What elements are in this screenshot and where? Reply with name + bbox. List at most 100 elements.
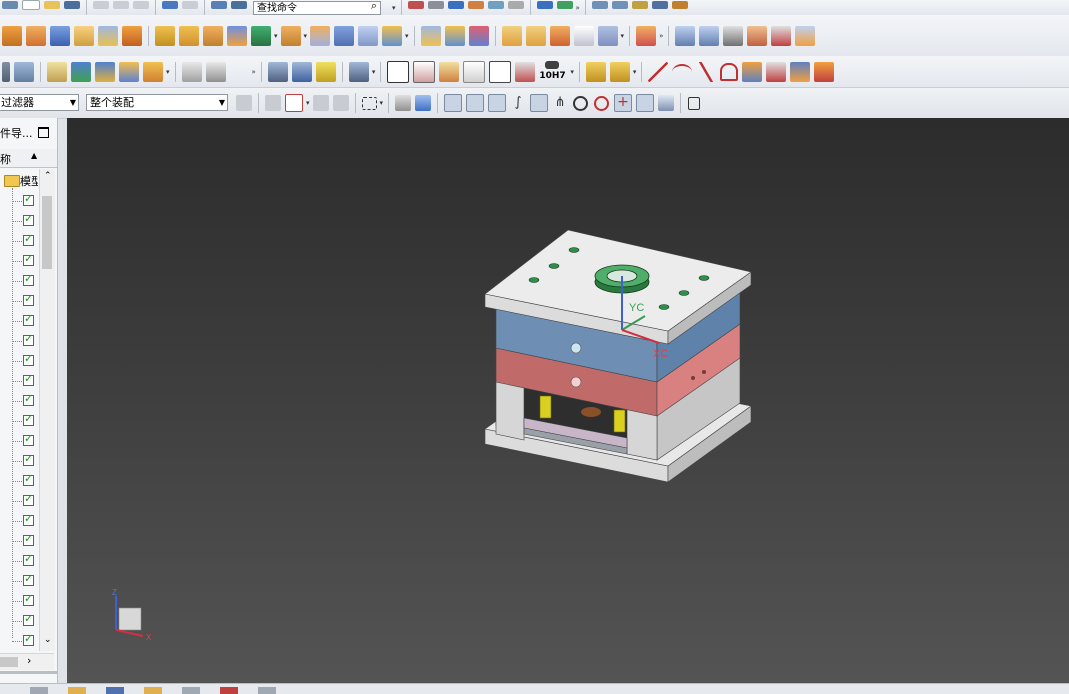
sheet-6-icon[interactable]: [795, 25, 816, 46]
command-search-input[interactable]: 查找命令: [253, 0, 381, 15]
extract-icon[interactable]: [382, 25, 403, 46]
bom-icon[interactable]: [143, 61, 163, 82]
snap-on-curve-icon[interactable]: [636, 94, 655, 112]
constraint-icon[interactable]: [71, 61, 91, 82]
parting-icon[interactable]: [98, 25, 118, 46]
copy-icon[interactable]: [113, 0, 129, 9]
electrode-icon[interactable]: [310, 25, 331, 46]
visibility-checkbox[interactable]: [23, 452, 34, 466]
database-icon[interactable]: [14, 61, 34, 82]
selection-scope-select[interactable]: 整个装配 ▼: [86, 94, 228, 111]
snap-arc-icon[interactable]: ⋔: [552, 95, 568, 111]
block-icon[interactable]: [420, 25, 441, 46]
open-folder-icon[interactable]: [44, 0, 60, 9]
paste-icon[interactable]: [133, 0, 149, 9]
visibility-checkbox[interactable]: [23, 592, 34, 606]
bridge-curve-icon[interactable]: [814, 61, 835, 82]
intersect-curve-icon[interactable]: [766, 61, 787, 82]
hscroll-thumb[interactable]: [0, 657, 18, 667]
sheet-5-icon[interactable]: [771, 25, 792, 46]
visibility-checkbox[interactable]: [23, 192, 34, 206]
slider-icon[interactable]: [251, 25, 271, 46]
snap-point-icon[interactable]: [444, 94, 463, 112]
snap-pick-icon[interactable]: [312, 95, 329, 111]
graphics-window[interactable]: YC XC Z X: [67, 118, 1069, 683]
mold-base-icon[interactable]: [2, 25, 22, 46]
face-icon[interactable]: [549, 25, 570, 46]
core-icon[interactable]: [122, 25, 142, 46]
visibility-checkbox[interactable]: [23, 512, 34, 526]
gate-icon[interactable]: [203, 25, 223, 46]
curve-icon[interactable]: [181, 61, 202, 82]
delete-face-icon[interactable]: [636, 25, 657, 46]
sheet-3-icon[interactable]: [723, 25, 744, 46]
scroll-right-icon[interactable]: ›: [27, 654, 31, 667]
search-icon[interactable]: ⌕: [371, 0, 377, 13]
visibility-checkbox[interactable]: [23, 412, 34, 426]
shaded-icon[interactable]: [447, 0, 464, 9]
spring-tool-icon[interactable]: [348, 61, 369, 82]
stack-icon[interactable]: [2, 61, 10, 82]
snap-mid-icon[interactable]: [488, 94, 507, 112]
sweep-icon[interactable]: [205, 61, 226, 82]
split-body-icon[interactable]: [468, 25, 489, 46]
visibility-checkbox[interactable]: [23, 232, 34, 246]
snap-intersect-icon[interactable]: [530, 94, 549, 112]
triangle-icon[interactable]: [387, 60, 410, 83]
assembly-icon[interactable]: [556, 0, 573, 9]
stock-2-icon[interactable]: [609, 61, 630, 82]
visibility-checkbox[interactable]: [23, 392, 34, 406]
snap-target-icon[interactable]: [285, 94, 303, 112]
sheet-2-icon[interactable]: [699, 25, 720, 46]
trim-icon[interactable]: [334, 25, 355, 46]
sheet-4-icon[interactable]: [747, 25, 768, 46]
edge-display-icon[interactable]: [467, 0, 484, 9]
layer-icon[interactable]: [487, 0, 504, 9]
stock-icon[interactable]: [585, 61, 606, 82]
select-solid-icon[interactable]: [415, 95, 432, 111]
tool-icon[interactable]: [671, 0, 688, 9]
tree-vertical-scrollbar[interactable]: ⌃ ⌄: [39, 169, 55, 651]
scroll-up-icon[interactable]: ⌃: [44, 171, 52, 181]
snap-end-icon[interactable]: [466, 94, 485, 112]
washer-icon[interactable]: [315, 61, 336, 82]
visibility-checkbox[interactable]: [23, 372, 34, 386]
visibility-checkbox[interactable]: [23, 532, 34, 546]
visibility-checkbox[interactable]: [23, 492, 34, 506]
type-filter-select[interactable]: 过滤器 ▼: [0, 94, 79, 111]
arrow-icon[interactable]: [2, 0, 18, 9]
command-icon[interactable]: [211, 0, 227, 9]
undo-icon[interactable]: [162, 0, 178, 9]
scroll-thumb[interactable]: [42, 196, 52, 269]
snap-existing-point-icon[interactable]: +: [614, 94, 633, 112]
visibility-checkbox[interactable]: [23, 332, 34, 346]
new-file-icon[interactable]: [22, 0, 40, 10]
find-command-icon[interactable]: [231, 0, 247, 9]
visibility-checkbox[interactable]: [23, 252, 34, 266]
render-style-icon[interactable]: [427, 0, 444, 9]
sheet-1-icon[interactable]: [675, 25, 696, 46]
visibility-checkbox[interactable]: [23, 472, 34, 486]
snap-control-icon[interactable]: ∫: [510, 95, 526, 111]
sort-ascending-icon[interactable]: ▲: [31, 151, 37, 160]
snap-multi-icon[interactable]: [332, 95, 349, 111]
polyline-icon[interactable]: [696, 61, 717, 82]
profile-icon[interactable]: [720, 62, 739, 81]
mold-layout-icon[interactable]: [611, 0, 628, 9]
insert-icon[interactable]: [280, 25, 301, 46]
drag-icon[interactable]: [95, 61, 115, 82]
visibility-checkbox[interactable]: [23, 352, 34, 366]
tree-horizontal-scrollbar[interactable]: ›: [0, 653, 54, 670]
tolerance-button[interactable]: 10H7: [539, 60, 567, 84]
runner-icon[interactable]: [227, 25, 247, 46]
notes-icon[interactable]: [47, 61, 67, 82]
cavity-icon[interactable]: [50, 25, 70, 46]
column-header[interactable]: 称 ▲: [0, 149, 57, 168]
rectangle-select-icon[interactable]: [361, 96, 377, 110]
snap-center-icon[interactable]: [573, 95, 589, 111]
snap-general-icon[interactable]: [265, 95, 281, 111]
note-icon[interactable]: [489, 60, 512, 83]
visibility-checkbox[interactable]: [23, 612, 34, 626]
workpiece-icon[interactable]: [74, 25, 94, 46]
snap-grid-icon[interactable]: [688, 96, 701, 110]
